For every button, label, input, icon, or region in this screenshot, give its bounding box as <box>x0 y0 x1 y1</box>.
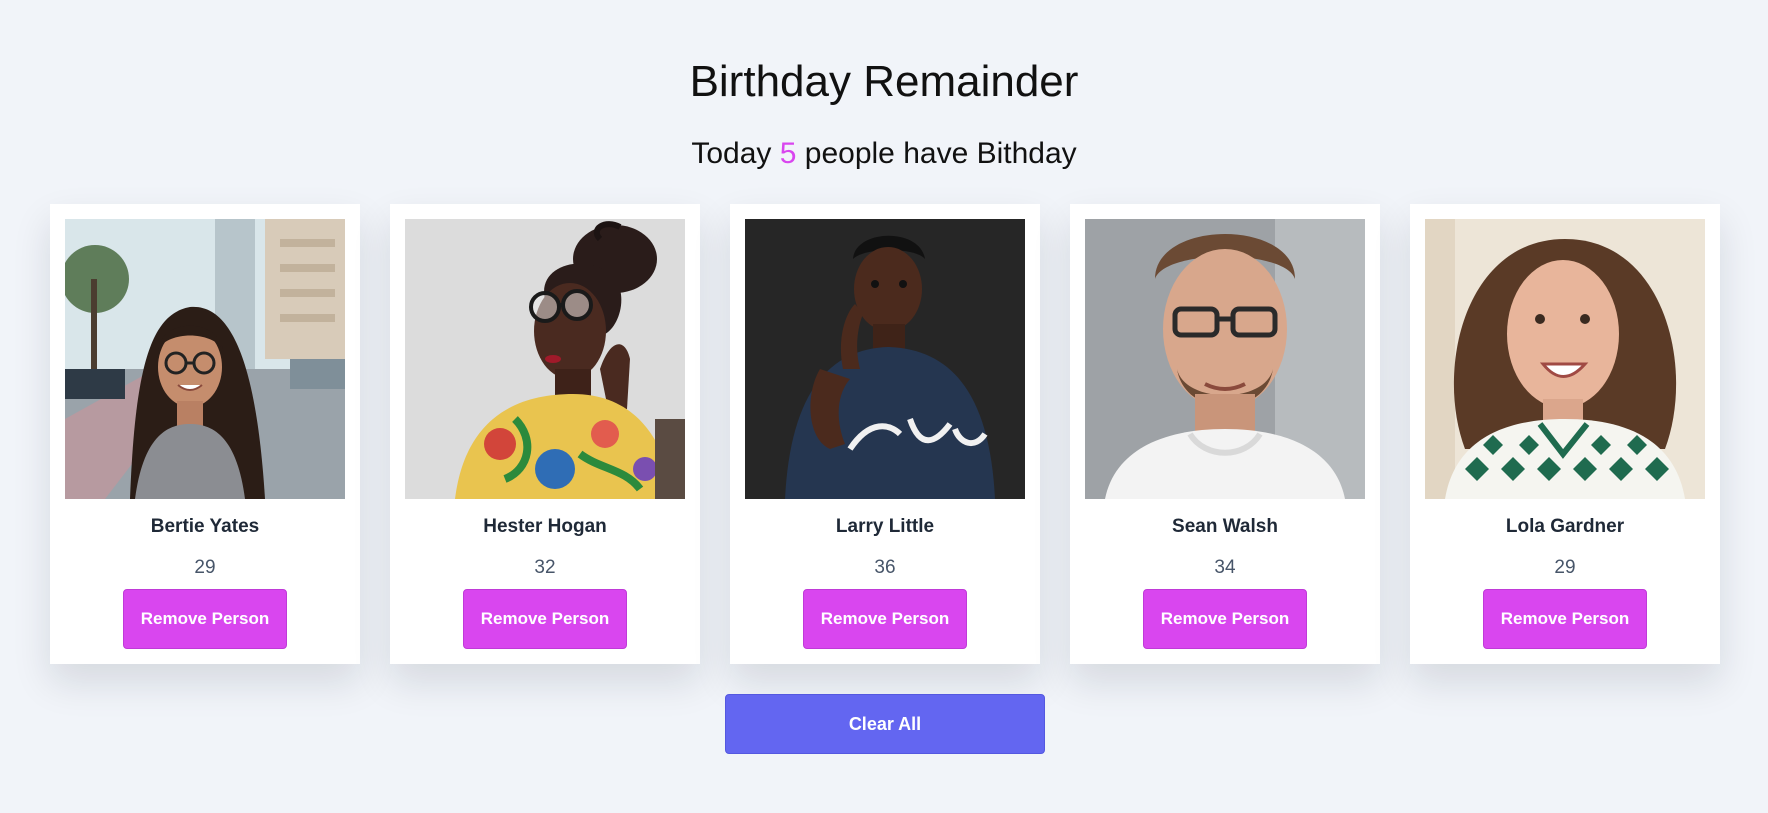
person-photo <box>745 219 1025 499</box>
portrait-image <box>1085 219 1365 499</box>
person-card: Lola Gardner 29 Remove Person <box>1410 204 1720 664</box>
person-name: Larry Little <box>835 516 935 537</box>
person-name: Sean Walsh <box>1172 516 1278 537</box>
person-photo <box>65 219 345 499</box>
person-card: Bertie Yates 29 Remove Person <box>50 204 360 664</box>
person-name: Lola Gardner <box>1505 516 1625 537</box>
subtitle-prefix: Today <box>691 137 772 170</box>
portrait-image <box>1425 219 1705 499</box>
subtitle-suffix: people have Bithday <box>804 137 1077 170</box>
birthday-count: 5 <box>779 137 797 170</box>
person-photo <box>1085 219 1365 499</box>
remove-person-button[interactable]: Remove Person <box>1483 589 1647 649</box>
remove-person-button[interactable]: Remove Person <box>463 589 627 649</box>
person-photo <box>405 219 685 499</box>
portrait-image <box>65 219 345 499</box>
portrait-image <box>745 219 1025 499</box>
birthday-count-subtitle: Today 5 people have Bithday <box>0 134 1768 174</box>
remove-person-button[interactable]: Remove Person <box>803 589 967 649</box>
person-card: Larry Little 36 Remove Person <box>730 204 1040 664</box>
person-age: 34 <box>1214 557 1236 578</box>
person-age: 36 <box>874 557 896 578</box>
page-title: Birthday Remainder <box>689 57 1079 106</box>
person-name: Bertie Yates <box>150 516 260 537</box>
remove-person-button[interactable]: Remove Person <box>1143 589 1307 649</box>
person-age: 29 <box>194 557 216 578</box>
clear-all-button[interactable]: Clear All <box>725 694 1045 754</box>
portrait-image <box>405 219 685 499</box>
person-card: Hester Hogan 32 Remove Person <box>390 204 700 664</box>
person-photo <box>1425 219 1705 499</box>
person-age: 29 <box>1554 557 1576 578</box>
remove-person-button[interactable]: Remove Person <box>123 589 287 649</box>
person-card: Sean Walsh 34 Remove Person <box>1070 204 1380 664</box>
person-name: Hester Hogan <box>483 516 607 537</box>
person-age: 32 <box>534 557 556 578</box>
people-card-list: Bertie Yates 29 Remove Person Hester Hog… <box>50 204 1720 664</box>
